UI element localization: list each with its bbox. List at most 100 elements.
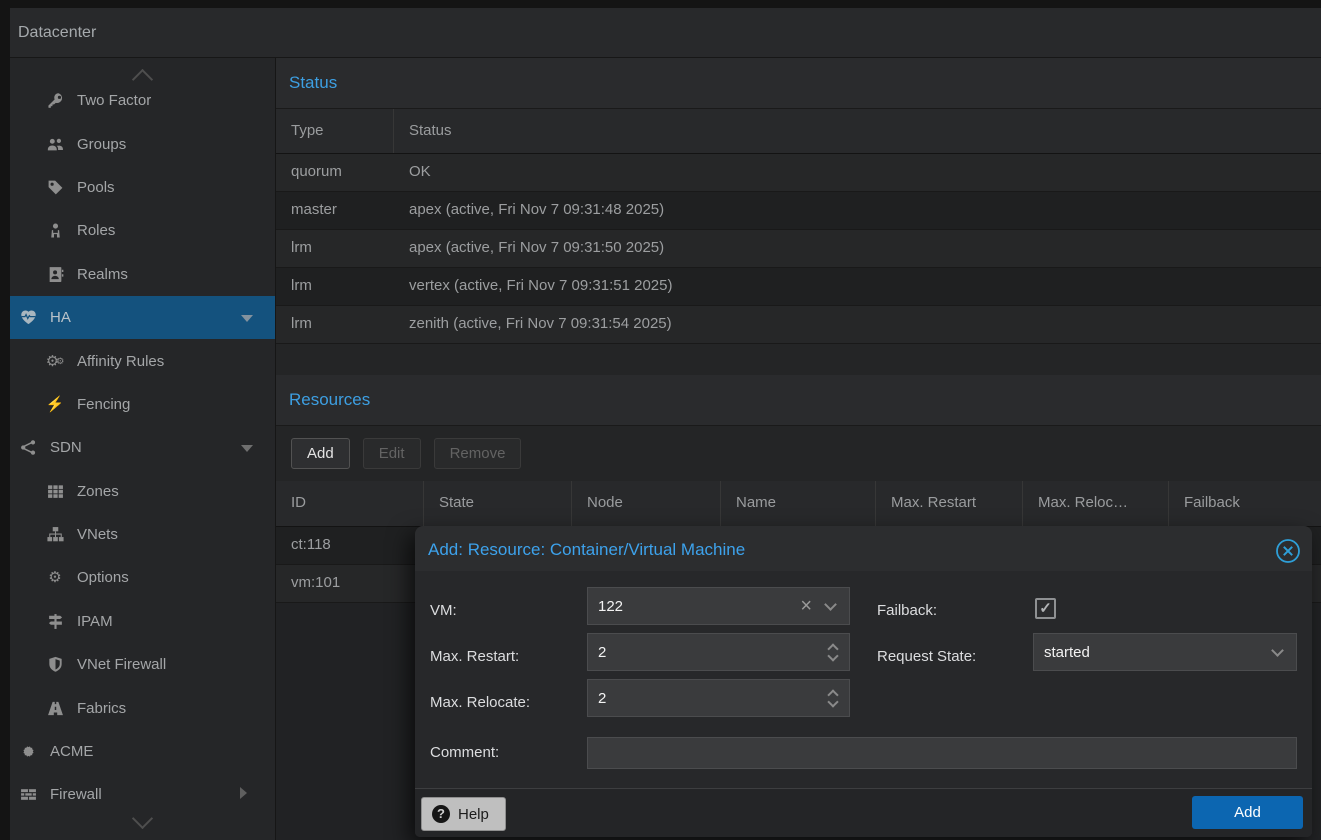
max-relocate-spinner[interactable]: 2 — [587, 679, 850, 717]
dialog-header[interactable]: Add: Resource: Container/Virtual Machine — [415, 526, 1312, 571]
sidebar-item-label: VNet Firewall — [77, 656, 166, 673]
question-icon: ? — [432, 805, 450, 823]
resources-panel-title: Resources — [276, 375, 1321, 426]
check-icon: ✓ — [1039, 600, 1052, 617]
collapse-arrow-icon[interactable] — [240, 787, 253, 799]
tag-icon — [45, 179, 65, 196]
type-cell: lrm — [276, 268, 394, 305]
type-cell: lrm — [276, 306, 394, 343]
sidebar-item-vnets[interactable]: VNets — [10, 513, 275, 556]
dialog-add-button[interactable]: Add — [1192, 796, 1303, 829]
comment-label: Comment: — [430, 744, 499, 761]
status-row-master[interactable]: master apex (active, Fri Nov 7 09:31:48 … — [276, 192, 1321, 230]
address-book-icon — [45, 266, 65, 283]
sidebar-item-label: Groups — [77, 136, 126, 153]
column-header-name[interactable]: Name — [721, 481, 876, 526]
status-cell: apex (active, Fri Nov 7 09:31:48 2025) — [394, 192, 1321, 229]
sitemap-icon — [45, 526, 65, 543]
status-table-header: Type Status — [276, 109, 1321, 154]
max-restart-value: 2 — [588, 644, 829, 661]
column-header-status[interactable]: Status — [394, 109, 1321, 153]
clear-icon[interactable]: × — [800, 596, 812, 616]
sidebar-item-sdn[interactable]: SDN — [10, 426, 275, 469]
status-row-lrm-2[interactable]: lrm vertex (active, Fri Nov 7 09:31:51 2… — [276, 268, 1321, 306]
sidebar-item-label: Fabrics — [77, 700, 126, 717]
column-header-id[interactable]: ID — [276, 481, 424, 526]
sidebar-item-options[interactable]: ⚙ Options — [10, 556, 275, 599]
sidebar-item-label: Two Factor — [77, 92, 151, 109]
request-state-value: started — [1034, 644, 1273, 661]
help-button[interactable]: ? Help — [421, 797, 506, 831]
status-panel-title: Status — [276, 58, 1321, 109]
column-header-failback[interactable]: Failback — [1169, 481, 1321, 526]
help-button-label: Help — [458, 806, 489, 823]
sidebar-scroll-down[interactable] — [10, 802, 274, 840]
request-state-select[interactable]: started — [1033, 633, 1297, 671]
close-icon[interactable] — [1275, 538, 1301, 564]
collapse-arrow-icon[interactable] — [241, 445, 253, 452]
sidebar-item-label: SDN — [50, 439, 82, 456]
add-button[interactable]: Add — [291, 438, 350, 469]
column-header-max-relocate[interactable]: Max. Reloc… — [1023, 481, 1169, 526]
sidebar-item-two-factor[interactable]: Two Factor — [10, 79, 275, 122]
max-restart-label: Max. Restart: — [430, 648, 519, 665]
collapse-arrow-icon[interactable] — [241, 315, 253, 322]
gears-icon: ⚙⚙ — [45, 354, 65, 369]
sidebar-item-fabrics[interactable]: Fabrics — [10, 686, 275, 729]
sidebar-item-label: Fencing — [77, 396, 130, 413]
share-nodes-icon — [18, 439, 38, 456]
remove-button[interactable]: Remove — [434, 438, 522, 469]
sidebar-item-label: Firewall — [50, 786, 102, 803]
sidebar-item-label: IPAM — [77, 613, 113, 630]
sidebar-item-fencing[interactable]: ⚡ Fencing — [10, 383, 275, 426]
sidebar-item-roles[interactable]: Roles — [10, 209, 275, 252]
sidebar-item-acme[interactable]: ACME — [10, 730, 275, 773]
column-header-node[interactable]: Node — [572, 481, 721, 526]
sidebar-item-groups[interactable]: Groups — [10, 122, 275, 165]
sidebar-item-vnet-firewall[interactable]: VNet Firewall — [10, 643, 275, 686]
spinner-arrows-icon[interactable] — [829, 691, 837, 706]
failback-checkbox[interactable]: ✓ — [1035, 598, 1056, 619]
sidebar-item-label: ACME — [50, 743, 93, 760]
status-cell: OK — [394, 154, 1321, 191]
column-header-type[interactable]: Type — [276, 109, 394, 153]
vm-combobox[interactable]: 122 × — [587, 587, 850, 625]
bolt-icon: ⚡ — [45, 397, 65, 412]
status-row-lrm-3[interactable]: lrm zenith (active, Fri Nov 7 09:31:54 2… — [276, 306, 1321, 344]
type-cell: quorum — [276, 154, 394, 191]
status-cell: zenith (active, Fri Nov 7 09:31:54 2025) — [394, 306, 1321, 343]
column-header-max-restart[interactable]: Max. Restart — [876, 481, 1023, 526]
sidebar-item-affinity-rules[interactable]: ⚙⚙ Affinity Rules — [10, 339, 275, 382]
max-relocate-label: Max. Relocate: — [430, 694, 530, 711]
sidebar-item-pools[interactable]: Pools — [10, 166, 275, 209]
sidebar-item-label: Realms — [77, 266, 128, 283]
sidebar-item-ha[interactable]: HA — [10, 296, 275, 339]
max-restart-spinner[interactable]: 2 — [587, 633, 850, 671]
sidebar-item-realms[interactable]: Realms — [10, 253, 275, 296]
sidebar-item-ipam[interactable]: IPAM — [10, 600, 275, 643]
status-row-quorum[interactable]: quorum OK — [276, 154, 1321, 192]
status-row-lrm-1[interactable]: lrm apex (active, Fri Nov 7 09:31:50 202… — [276, 230, 1321, 268]
page-title: Datacenter — [10, 8, 1321, 57]
id-cell: vm:101 — [276, 565, 424, 602]
resources-toolbar: Add Edit Remove — [276, 426, 1321, 481]
sidebar-scroll-up[interactable] — [10, 58, 275, 79]
dialog-body: VM: 122 × Max. Restart: 2 Max. Relocate:… — [415, 571, 1312, 789]
chevron-down-icon[interactable] — [824, 598, 837, 611]
dialog-footer: ? Help Add — [415, 788, 1312, 837]
map-signs-icon — [45, 613, 65, 630]
id-cell: ct:118 — [276, 527, 424, 564]
status-title-text: Status — [276, 58, 337, 108]
sidebar-item-zones[interactable]: Zones — [10, 470, 275, 513]
column-header-state[interactable]: State — [424, 481, 572, 526]
edit-button[interactable]: Edit — [363, 438, 421, 469]
add-resource-dialog: Add: Resource: Container/Virtual Machine… — [415, 526, 1312, 837]
heartbeat-icon — [18, 309, 38, 326]
comment-input[interactable] — [587, 737, 1297, 769]
resources-table-header: ID State Node Name Max. Restart Max. Rel… — [276, 481, 1321, 527]
proxmox-datacenter-window: Datacenter Two Factor Groups Pools Roles… — [0, 0, 1321, 840]
spinner-arrows-icon[interactable] — [829, 645, 837, 660]
user-icon — [45, 222, 65, 239]
page-header: Datacenter — [10, 8, 1321, 58]
status-cell: apex (active, Fri Nov 7 09:31:50 2025) — [394, 230, 1321, 267]
